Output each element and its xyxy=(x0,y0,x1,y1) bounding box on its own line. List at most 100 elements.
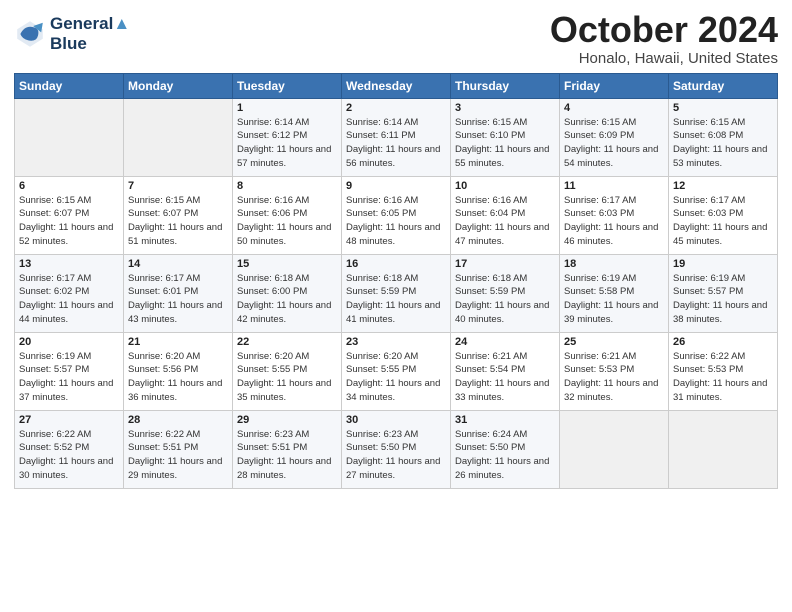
calendar-cell xyxy=(560,410,669,488)
day-number: 2 xyxy=(346,102,446,114)
calendar-cell: 9 Sunrise: 6:16 AM Sunset: 6:05 PM Daylig… xyxy=(342,176,451,254)
day-number: 18 xyxy=(564,258,664,270)
day-number: 26 xyxy=(673,336,773,348)
day-info: Sunrise: 6:14 AM Sunset: 6:12 PM Dayligh… xyxy=(237,116,337,171)
day-info: Sunrise: 6:17 AM Sunset: 6:03 PM Dayligh… xyxy=(673,194,773,249)
calendar-week-5: 27Sunrise: 6:22 AM Sunset: 5:52 PM Dayli… xyxy=(15,410,778,488)
day-info: Sunrise: 6:16 AM Sunset: 6:04 PM Dayligh… xyxy=(455,194,555,249)
calendar-cell: 22 Sunrise: 6:20 AM Sunset: 5:55 PM Dayli… xyxy=(233,332,342,410)
day-info: Sunrise: 6:18 AM Sunset: 6:00 PM Dayligh… xyxy=(237,272,337,327)
calendar-cell: 31 Sunrise: 6:24 AM Sunset: 5:50 PM Dayli… xyxy=(451,410,560,488)
day-number: 16 xyxy=(346,258,446,270)
calendar-cell: 8Sunrise: 6:16 AM Sunset: 6:06 PM Daylig… xyxy=(233,176,342,254)
day-info: Sunrise: 6:15 AM Sunset: 6:09 PM Dayligh… xyxy=(564,116,664,171)
calendar-week-1: 1 Sunrise: 6:14 AM Sunset: 6:12 PM Daylig… xyxy=(15,98,778,176)
main-container: General▲ Blue October 2024 Honalo, Hawai… xyxy=(0,0,792,499)
calendar-cell: 1 Sunrise: 6:14 AM Sunset: 6:12 PM Daylig… xyxy=(233,98,342,176)
day-number: 20 xyxy=(19,336,119,348)
day-number: 29 xyxy=(237,414,337,426)
day-info: Sunrise: 6:20 AM Sunset: 5:56 PM Dayligh… xyxy=(128,350,228,405)
day-info: Sunrise: 6:21 AM Sunset: 5:53 PM Dayligh… xyxy=(564,350,664,405)
calendar-cell: 17 Sunrise: 6:18 AM Sunset: 5:59 PM Dayli… xyxy=(451,254,560,332)
day-number: 30 xyxy=(346,414,446,426)
day-info: Sunrise: 6:20 AM Sunset: 5:55 PM Dayligh… xyxy=(237,350,337,405)
day-number: 31 xyxy=(455,414,555,426)
day-info: Sunrise: 6:19 AM Sunset: 5:58 PM Dayligh… xyxy=(564,272,664,327)
day-info: Sunrise: 6:17 AM Sunset: 6:03 PM Dayligh… xyxy=(564,194,664,249)
calendar-table: Sunday Monday Tuesday Wednesday Thursday… xyxy=(14,73,778,489)
day-number: 21 xyxy=(128,336,228,348)
day-number: 9 xyxy=(346,180,446,192)
day-info: Sunrise: 6:16 AM Sunset: 6:05 PM Dayligh… xyxy=(346,194,446,249)
day-info: Sunrise: 6:22 AM Sunset: 5:52 PM Dayligh… xyxy=(19,428,119,483)
calendar-cell: 18 Sunrise: 6:19 AM Sunset: 5:58 PM Dayli… xyxy=(560,254,669,332)
logo: General▲ Blue xyxy=(14,14,130,53)
day-number: 17 xyxy=(455,258,555,270)
calendar-cell: 21 Sunrise: 6:20 AM Sunset: 5:56 PM Dayli… xyxy=(124,332,233,410)
calendar-cell xyxy=(669,410,778,488)
col-thursday: Thursday xyxy=(451,73,560,98)
day-info: Sunrise: 6:15 AM Sunset: 6:07 PM Dayligh… xyxy=(19,194,119,249)
calendar-cell: 12 Sunrise: 6:17 AM Sunset: 6:03 PM Dayli… xyxy=(669,176,778,254)
day-info: Sunrise: 6:23 AM Sunset: 5:51 PM Dayligh… xyxy=(237,428,337,483)
calendar-cell: 27Sunrise: 6:22 AM Sunset: 5:52 PM Dayli… xyxy=(15,410,124,488)
calendar-week-3: 13Sunrise: 6:17 AM Sunset: 6:02 PM Dayli… xyxy=(15,254,778,332)
day-number: 25 xyxy=(564,336,664,348)
col-friday: Friday xyxy=(560,73,669,98)
calendar-cell: 30 Sunrise: 6:23 AM Sunset: 5:50 PM Dayli… xyxy=(342,410,451,488)
day-info: Sunrise: 6:23 AM Sunset: 5:50 PM Dayligh… xyxy=(346,428,446,483)
header: General▲ Blue October 2024 Honalo, Hawai… xyxy=(14,10,778,67)
calendar-cell: 16Sunrise: 6:18 AM Sunset: 5:59 PM Dayli… xyxy=(342,254,451,332)
calendar-week-4: 20 Sunrise: 6:19 AM Sunset: 5:57 PM Dayli… xyxy=(15,332,778,410)
calendar-cell: 5Sunrise: 6:15 AM Sunset: 6:08 PM Daylig… xyxy=(669,98,778,176)
day-info: Sunrise: 6:21 AM Sunset: 5:54 PM Dayligh… xyxy=(455,350,555,405)
day-info: Sunrise: 6:22 AM Sunset: 5:53 PM Dayligh… xyxy=(673,350,773,405)
day-number: 7 xyxy=(128,180,228,192)
day-number: 4 xyxy=(564,102,664,114)
day-number: 5 xyxy=(673,102,773,114)
day-info: Sunrise: 6:15 AM Sunset: 6:10 PM Dayligh… xyxy=(455,116,555,171)
day-info: Sunrise: 6:19 AM Sunset: 5:57 PM Dayligh… xyxy=(673,272,773,327)
day-number: 8 xyxy=(237,180,337,192)
month-title: October 2024 xyxy=(550,10,778,50)
header-row: Sunday Monday Tuesday Wednesday Thursday… xyxy=(15,73,778,98)
day-info: Sunrise: 6:14 AM Sunset: 6:11 PM Dayligh… xyxy=(346,116,446,171)
day-number: 15 xyxy=(237,258,337,270)
calendar-cell: 28Sunrise: 6:22 AM Sunset: 5:51 PM Dayli… xyxy=(124,410,233,488)
calendar-cell: 14Sunrise: 6:17 AM Sunset: 6:01 PM Dayli… xyxy=(124,254,233,332)
day-number: 22 xyxy=(237,336,337,348)
day-info: Sunrise: 6:15 AM Sunset: 6:07 PM Dayligh… xyxy=(128,194,228,249)
day-info: Sunrise: 6:18 AM Sunset: 5:59 PM Dayligh… xyxy=(455,272,555,327)
title-section: October 2024 Honalo, Hawaii, United Stat… xyxy=(550,10,778,67)
day-number: 19 xyxy=(673,258,773,270)
calendar-cell: 11 Sunrise: 6:17 AM Sunset: 6:03 PM Dayli… xyxy=(560,176,669,254)
day-number: 23 xyxy=(346,336,446,348)
col-tuesday: Tuesday xyxy=(233,73,342,98)
calendar-cell: 10 Sunrise: 6:16 AM Sunset: 6:04 PM Dayli… xyxy=(451,176,560,254)
col-sunday: Sunday xyxy=(15,73,124,98)
calendar-cell: 6Sunrise: 6:15 AM Sunset: 6:07 PM Daylig… xyxy=(15,176,124,254)
calendar-cell: 15 Sunrise: 6:18 AM Sunset: 6:00 PM Dayli… xyxy=(233,254,342,332)
calendar-cell xyxy=(124,98,233,176)
day-number: 3 xyxy=(455,102,555,114)
calendar-body: 1 Sunrise: 6:14 AM Sunset: 6:12 PM Daylig… xyxy=(15,98,778,488)
calendar-cell: 3 Sunrise: 6:15 AM Sunset: 6:10 PM Daylig… xyxy=(451,98,560,176)
calendar-cell: 4 Sunrise: 6:15 AM Sunset: 6:09 PM Daylig… xyxy=(560,98,669,176)
calendar-cell: 29 Sunrise: 6:23 AM Sunset: 5:51 PM Dayli… xyxy=(233,410,342,488)
day-info: Sunrise: 6:19 AM Sunset: 5:57 PM Dayligh… xyxy=(19,350,119,405)
calendar-cell: 25 Sunrise: 6:21 AM Sunset: 5:53 PM Dayli… xyxy=(560,332,669,410)
day-info: Sunrise: 6:20 AM Sunset: 5:55 PM Dayligh… xyxy=(346,350,446,405)
day-info: Sunrise: 6:24 AM Sunset: 5:50 PM Dayligh… xyxy=(455,428,555,483)
calendar-cell: 26 Sunrise: 6:22 AM Sunset: 5:53 PM Dayli… xyxy=(669,332,778,410)
day-number: 24 xyxy=(455,336,555,348)
calendar-header: Sunday Monday Tuesday Wednesday Thursday… xyxy=(15,73,778,98)
day-number: 1 xyxy=(237,102,337,114)
day-number: 28 xyxy=(128,414,228,426)
calendar-cell: 23 Sunrise: 6:20 AM Sunset: 5:55 PM Dayli… xyxy=(342,332,451,410)
day-number: 12 xyxy=(673,180,773,192)
day-number: 10 xyxy=(455,180,555,192)
calendar-cell xyxy=(15,98,124,176)
day-info: Sunrise: 6:17 AM Sunset: 6:01 PM Dayligh… xyxy=(128,272,228,327)
calendar-cell: 20 Sunrise: 6:19 AM Sunset: 5:57 PM Dayli… xyxy=(15,332,124,410)
day-number: 11 xyxy=(564,180,664,192)
